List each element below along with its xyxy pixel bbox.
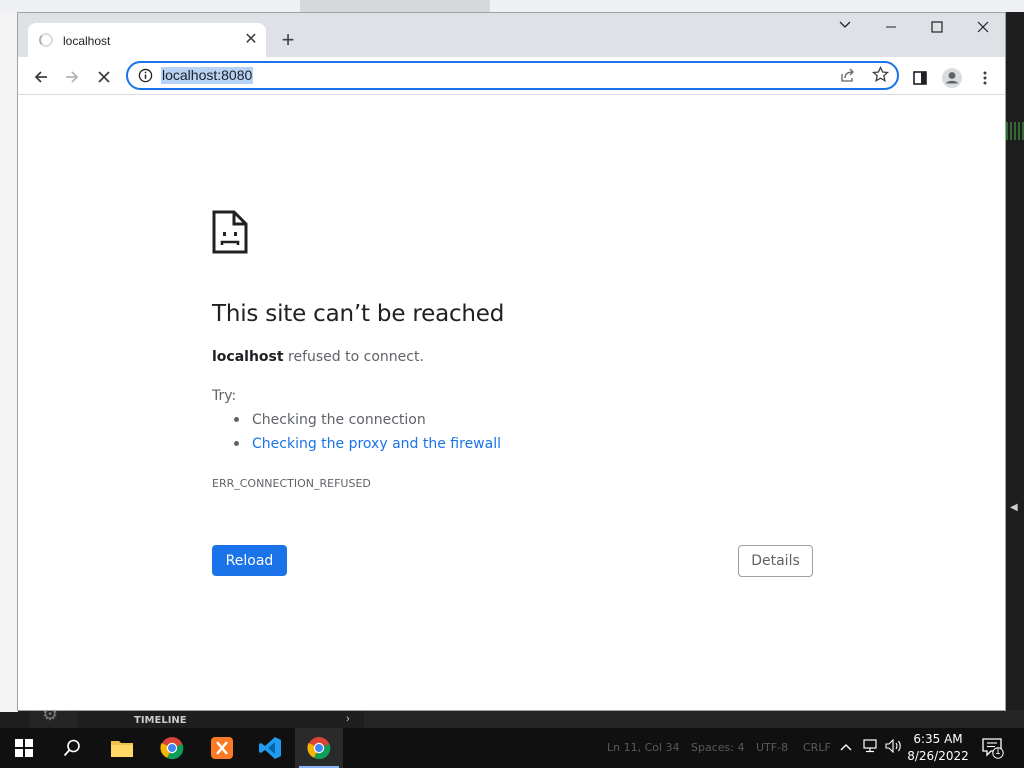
tab-close-icon[interactable]: ✕ [242, 31, 260, 49]
taskbar-clock[interactable]: 6:35 AM 8/26/2022 [906, 731, 970, 765]
chevron-right-icon[interactable]: › [346, 713, 350, 725]
sad-page-icon [212, 210, 248, 254]
volume-icon[interactable] [885, 738, 903, 756]
browser-window: localhost ✕ + localhost:8080 This site c… [17, 12, 1006, 711]
search-button[interactable] [48, 728, 96, 768]
taskbar: Ln 11, Col 34 Spaces: 4 UTF-8 CRLF 6:35 … [0, 728, 1024, 768]
background-editor-sidebar-bottom: ⚙ TIMELINE › [30, 704, 1024, 728]
try-label: Try: [212, 388, 237, 404]
bookmark-star-icon[interactable] [872, 66, 889, 83]
maximize-button[interactable] [914, 15, 960, 41]
reload-button[interactable]: Reload [212, 545, 287, 576]
start-button[interactable] [0, 728, 48, 768]
new-tab-button[interactable]: + [276, 29, 300, 53]
info-icon[interactable] [138, 68, 153, 83]
stop-loading-button[interactable] [91, 64, 117, 90]
loading-spinner-icon [39, 33, 53, 47]
background-app-left [0, 12, 18, 672]
maximize-icon [931, 21, 943, 33]
show-hidden-icons-icon[interactable] [840, 739, 852, 754]
status-spaces: Spaces: 4 [691, 741, 745, 754]
forward-arrow-icon [66, 71, 79, 83]
bullet-icon [234, 440, 239, 446]
windows-logo-icon [15, 739, 33, 757]
clock-time: 6:35 AM [913, 732, 963, 746]
background-editor-right: ◀ [1006, 12, 1024, 712]
file-explorer-button[interactable] [98, 728, 146, 768]
suggestion-item: Checking the connection [234, 412, 426, 428]
status-cursor-position: Ln 11, Col 34 [607, 741, 680, 754]
minimize-button[interactable] [868, 15, 914, 41]
page-content: This site can’t be reached localhost ref… [18, 96, 1005, 710]
xampp-button[interactable] [198, 728, 246, 768]
error-description: localhost refused to connect. [212, 349, 424, 365]
suggestion-check-connection: Checking the connection [252, 412, 426, 428]
error-code: ERR_CONNECTION_REFUSED [212, 477, 371, 490]
address-url[interactable]: localhost:8080 [161, 67, 254, 84]
profile-button[interactable] [940, 66, 964, 90]
minimize-icon [886, 26, 896, 28]
stop-icon [98, 71, 110, 83]
forward-button[interactable] [59, 64, 85, 90]
background-window-top [0, 0, 1024, 12]
close-icon [977, 21, 989, 33]
folder-icon [111, 741, 133, 757]
clock-date: 8/26/2022 [907, 749, 969, 763]
background-window-top-tab [300, 0, 490, 12]
editor-minimap [1006, 122, 1024, 140]
title-bar: localhost ✕ + [18, 13, 1005, 57]
error-description-text: refused to connect. [283, 349, 424, 365]
bullet-icon [234, 416, 239, 422]
kebab-menu-icon [983, 71, 987, 85]
notifications-button[interactable]: 1 [982, 737, 1004, 764]
tab-title: localhost [63, 34, 111, 48]
side-panel-button[interactable] [908, 66, 932, 90]
close-window-button[interactable] [960, 15, 1006, 41]
background-app-left-lower [0, 672, 18, 712]
chevron-down-icon [839, 21, 851, 28]
menu-button[interactable] [973, 66, 997, 90]
vscode-button[interactable] [246, 728, 294, 768]
search-icon [63, 739, 80, 757]
error-title: This site can’t be reached [212, 301, 505, 327]
suggestion-item-link[interactable]: Checking the proxy and the firewall [234, 436, 501, 452]
back-button[interactable] [28, 64, 54, 90]
address-bar[interactable]: localhost:8080 [126, 61, 899, 90]
chrome-taskbar-button[interactable] [148, 728, 196, 768]
tab-search-button[interactable] [822, 15, 868, 41]
vscode-icon [259, 737, 281, 759]
profile-avatar-icon [942, 68, 962, 88]
share-icon[interactable] [840, 67, 856, 83]
back-arrow-icon [34, 71, 47, 83]
status-eol: CRLF [803, 741, 831, 754]
scroll-arrow-icon: ◀ [1010, 502, 1018, 513]
timeline-label: TIMELINE [134, 715, 187, 726]
status-encoding: UTF-8 [756, 741, 789, 754]
details-button[interactable]: Details [738, 545, 813, 577]
chrome-icon [160, 737, 184, 760]
network-icon[interactable] [862, 739, 878, 756]
side-panel-icon [913, 71, 927, 85]
timeline-panel[interactable]: TIMELINE [78, 710, 364, 728]
error-host: localhost [212, 349, 284, 365]
browser-toolbar: localhost:8080 [18, 57, 1005, 95]
chrome-active-taskbar-button[interactable] [295, 728, 343, 768]
notification-count: 1 [995, 747, 1001, 757]
xampp-icon [211, 737, 233, 759]
browser-tab[interactable]: localhost ✕ [28, 23, 266, 57]
chrome-icon [307, 737, 331, 760]
suggestion-check-proxy-link[interactable]: Checking the proxy and the firewall [252, 436, 501, 452]
